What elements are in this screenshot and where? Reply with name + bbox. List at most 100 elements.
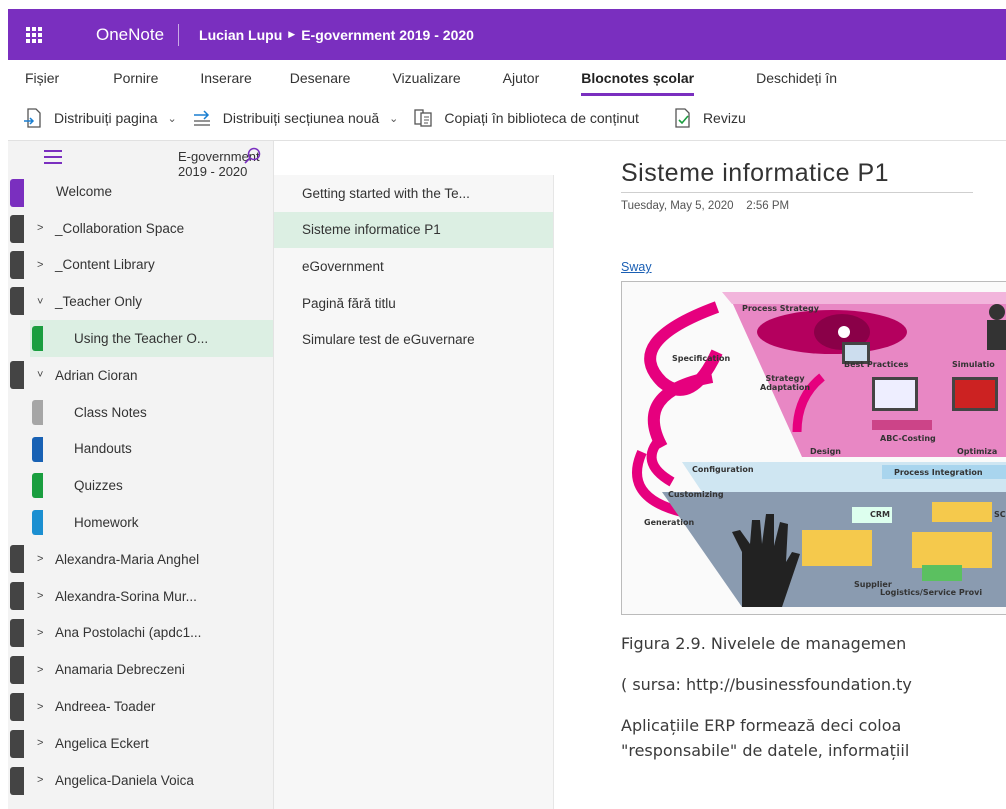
page-timestamp: Tuesday, May 5, 2020 2:56 PM xyxy=(621,200,789,212)
app-launcher-button[interactable] xyxy=(8,9,60,60)
section-item[interactable]: > Ana Postolachi (apdc1... xyxy=(30,615,273,652)
section-item[interactable]: > Angelica-Daniela Voica xyxy=(30,762,273,799)
distribute-page-icon xyxy=(22,107,44,129)
chevron-right-icon[interactable]: > xyxy=(37,590,49,602)
notebook-tab[interactable] xyxy=(10,693,24,721)
page-label: Pagină fără titlu xyxy=(302,295,396,311)
chevron-right-icon[interactable]: > xyxy=(37,737,49,749)
section-label: Welcome xyxy=(56,183,113,199)
figure-caption[interactable]: Figura 2.9. Nivelele de managemen xyxy=(621,634,906,653)
notebook-tab[interactable] xyxy=(10,251,24,279)
section-label: Alexandra-Sorina Mur... xyxy=(55,588,197,604)
tab-desenare[interactable]: Desenare xyxy=(290,70,351,86)
distribute-section-label: Distribuiți secțiunea nouă xyxy=(222,110,380,126)
page-list: Getting started with the Te... Sisteme in… xyxy=(274,175,553,358)
section-color-tab xyxy=(32,510,43,536)
notebook-tab[interactable] xyxy=(10,545,24,573)
chevron-right-icon[interactable]: > xyxy=(37,701,49,713)
distribute-section-icon xyxy=(191,107,213,129)
chevron-down-icon: ⌄ xyxy=(389,112,399,125)
tab-ajutor[interactable]: Ajutor xyxy=(503,70,540,86)
tab-inserare[interactable]: Inserare xyxy=(200,70,251,86)
pages-pane: Getting started with the Te... Sisteme in… xyxy=(274,175,554,809)
tab-pornire[interactable]: Pornire xyxy=(113,70,158,86)
app-name[interactable]: OneNote xyxy=(60,25,178,45)
section-item[interactable]: Class Notes xyxy=(30,394,273,431)
chevron-right-icon[interactable]: > xyxy=(37,259,49,271)
ribbon-tabs: Fișier Pornire Inserare Desenare Vizuali… xyxy=(8,60,1006,96)
section-color-tab xyxy=(32,473,43,499)
chevron-down-icon: ⌄ xyxy=(167,112,177,125)
breadcrumb-owner[interactable]: Lucian Lupu xyxy=(199,27,282,43)
section-item[interactable]: ˅ Adrian Cioran xyxy=(30,357,273,394)
review-icon xyxy=(671,107,693,129)
notebook-tab[interactable] xyxy=(10,730,24,758)
page-date: Tuesday, May 5, 2020 xyxy=(621,200,734,212)
copy-library-button[interactable]: Copiați în biblioteca de conținut xyxy=(412,107,639,129)
section-item[interactable]: > _Collaboration Space xyxy=(30,210,273,247)
figure-source[interactable]: ( sursa: http://businessfoundation.ty xyxy=(621,675,912,694)
notebook-tab[interactable] xyxy=(10,215,24,243)
label-generation: Generation xyxy=(644,518,695,527)
tab-fisier[interactable]: Fișier xyxy=(25,70,59,86)
label-optimization: Optimiza xyxy=(957,447,998,456)
page-title[interactable]: Sisteme informatice P1 xyxy=(621,159,889,188)
distribute-page-button[interactable]: Distribuiți pagina ⌄ xyxy=(22,107,177,129)
erp-diagram-image[interactable]: Process Strategy Specification Strategy … xyxy=(621,281,1006,615)
page-item[interactable]: Sisteme informatice P1 xyxy=(274,211,553,249)
chevron-down-icon[interactable]: ˅ xyxy=(37,296,49,308)
section-item[interactable]: Welcome xyxy=(30,173,273,210)
section-list: Welcome > _Collaboration Space > _Content Li… xyxy=(30,173,273,799)
section-item[interactable]: > Angelica Eckert xyxy=(30,725,273,762)
section-item[interactable]: Homework xyxy=(30,504,273,541)
notebook-tab[interactable] xyxy=(10,361,24,389)
tab-vizualizare[interactable]: Vizualizare xyxy=(392,70,460,86)
chevron-right-icon[interactable]: > xyxy=(37,553,49,565)
section-color-tab xyxy=(32,436,43,462)
tab-blocnotes-scolar[interactable]: Blocnotes școlar xyxy=(581,70,694,96)
breadcrumb-notebook[interactable]: E-government 2019 - 2020 xyxy=(301,27,474,43)
section-item[interactable]: > Andreea- Toader xyxy=(30,688,273,725)
notebook-tab[interactable] xyxy=(10,287,24,315)
notebook-tab[interactable] xyxy=(10,179,24,207)
sway-link[interactable]: Sway xyxy=(621,260,652,274)
hamburger-icon[interactable] xyxy=(44,150,62,168)
tab-deschideti-in[interactable]: Deschideți în xyxy=(756,70,837,86)
title-underline xyxy=(621,192,973,193)
page-item[interactable]: Simulare test de eGuvernare xyxy=(274,321,553,358)
page-canvas[interactable]: Sisteme informatice P1 Tuesday, May 5, 2… xyxy=(555,141,1006,809)
chevron-right-icon[interactable]: > xyxy=(37,664,49,676)
breadcrumb[interactable]: Lucian Lupu ▶ E-government 2019 - 2020 xyxy=(179,27,474,43)
chevron-right-icon[interactable]: > xyxy=(37,627,49,639)
section-item[interactable]: ˅ _Teacher Only xyxy=(30,283,273,320)
label-specification: Specification xyxy=(672,354,731,363)
section-item[interactable]: Using the Teacher O... xyxy=(30,320,273,357)
label-strategy-adaptation: Strategy Adaptation xyxy=(760,374,811,392)
notebook-tab[interactable] xyxy=(10,619,24,647)
section-item[interactable]: > Anamaria Debreczeni xyxy=(30,651,273,688)
section-item[interactable]: > _Content Library xyxy=(30,247,273,284)
ribbon-toolbar: Distribuiți pagina ⌄ Distribuiți secțiun… xyxy=(8,98,1006,138)
section-color-tab xyxy=(32,326,43,352)
page-item[interactable]: eGovernment xyxy=(274,248,553,285)
section-label: Adrian Cioran xyxy=(55,367,138,383)
paragraph-line-1[interactable]: Aplicațiile ERP formează deci coloa xyxy=(621,716,901,735)
paragraph-line-2[interactable]: "responsabile" de datele, informațiil xyxy=(621,741,909,760)
chevron-right-icon[interactable]: > xyxy=(37,222,49,234)
chevron-right-icon[interactable]: > xyxy=(37,774,49,786)
page-item[interactable]: Pagină fără titlu xyxy=(274,285,553,322)
section-item[interactable]: > Alexandra-Sorina Mur... xyxy=(30,578,273,615)
section-item[interactable]: Handouts xyxy=(30,431,273,468)
notebook-strip xyxy=(8,141,30,809)
notebook-tab[interactable] xyxy=(10,582,24,610)
label-best-practices: Best Practices xyxy=(844,360,909,369)
search-icon[interactable] xyxy=(243,146,263,169)
distribute-section-button[interactable]: Distribuiți secțiunea nouă ⌄ xyxy=(191,107,399,129)
review-button[interactable]: Revizu xyxy=(671,107,746,129)
section-item[interactable]: Quizzes xyxy=(30,467,273,504)
notebook-tab[interactable] xyxy=(10,767,24,795)
notebook-tab[interactable] xyxy=(10,656,24,684)
section-item[interactable]: > Alexandra-Maria Anghel xyxy=(30,541,273,578)
page-item[interactable]: Getting started with the Te... xyxy=(274,175,553,212)
chevron-down-icon[interactable]: ˅ xyxy=(37,369,49,381)
